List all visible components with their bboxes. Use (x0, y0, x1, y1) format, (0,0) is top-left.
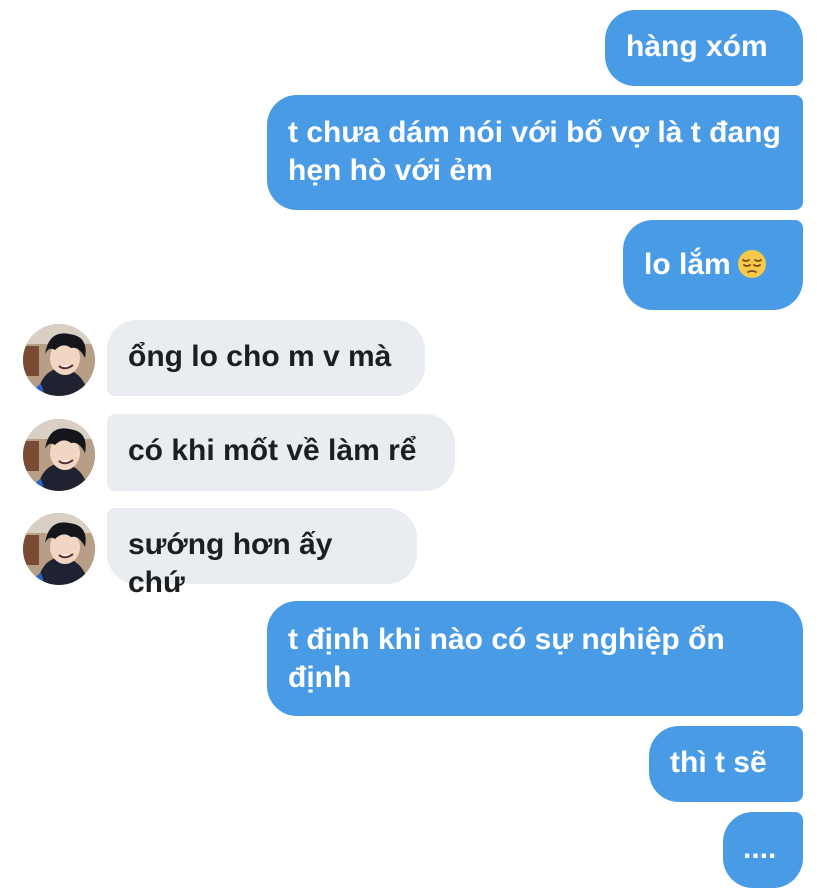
avatar[interactable] (23, 513, 95, 585)
message-text: sướng hơn ấy chứ (128, 528, 333, 599)
message-text: lo lắm (644, 248, 731, 281)
message-bubble-outgoing[interactable]: lo lắm (623, 220, 803, 310)
message-bubble-outgoing[interactable]: .... (723, 812, 803, 888)
message-bubble-incoming[interactable]: ổng lo cho m v mà (107, 320, 425, 396)
message-bubble-outgoing[interactable]: t định khi nào có sự nghiệp ổn định (267, 601, 803, 716)
avatar-image (23, 513, 95, 585)
message-bubble-incoming[interactable]: sướng hơn ấy chứ (107, 508, 417, 599)
message-bubble-outgoing[interactable]: thì t sẽ (649, 726, 803, 802)
message-text: t định khi nào có sự nghiệp ổn định (288, 623, 725, 694)
avatar-image (23, 324, 95, 396)
message-text: có khi mốt về làm rể (128, 434, 417, 467)
message-text: hàng xóm (626, 30, 768, 63)
pensive-face-icon (737, 249, 767, 289)
message-text: t chưa dám nói với bố vợ là t đang hẹn h… (288, 116, 781, 187)
message-bubble-incoming[interactable]: có khi mốt về làm rể (107, 414, 455, 491)
message-text: thì t sẽ (670, 746, 767, 779)
message-text: .... (743, 832, 777, 865)
message-text: ổng lo cho m v mà (128, 340, 392, 373)
message-bubble-outgoing[interactable]: hàng xóm (605, 10, 803, 86)
avatar[interactable] (23, 324, 95, 396)
avatar[interactable] (23, 419, 95, 491)
avatar-image (23, 419, 95, 491)
message-bubble-outgoing[interactable]: t chưa dám nói với bố vợ là t đang hẹn h… (267, 95, 803, 210)
